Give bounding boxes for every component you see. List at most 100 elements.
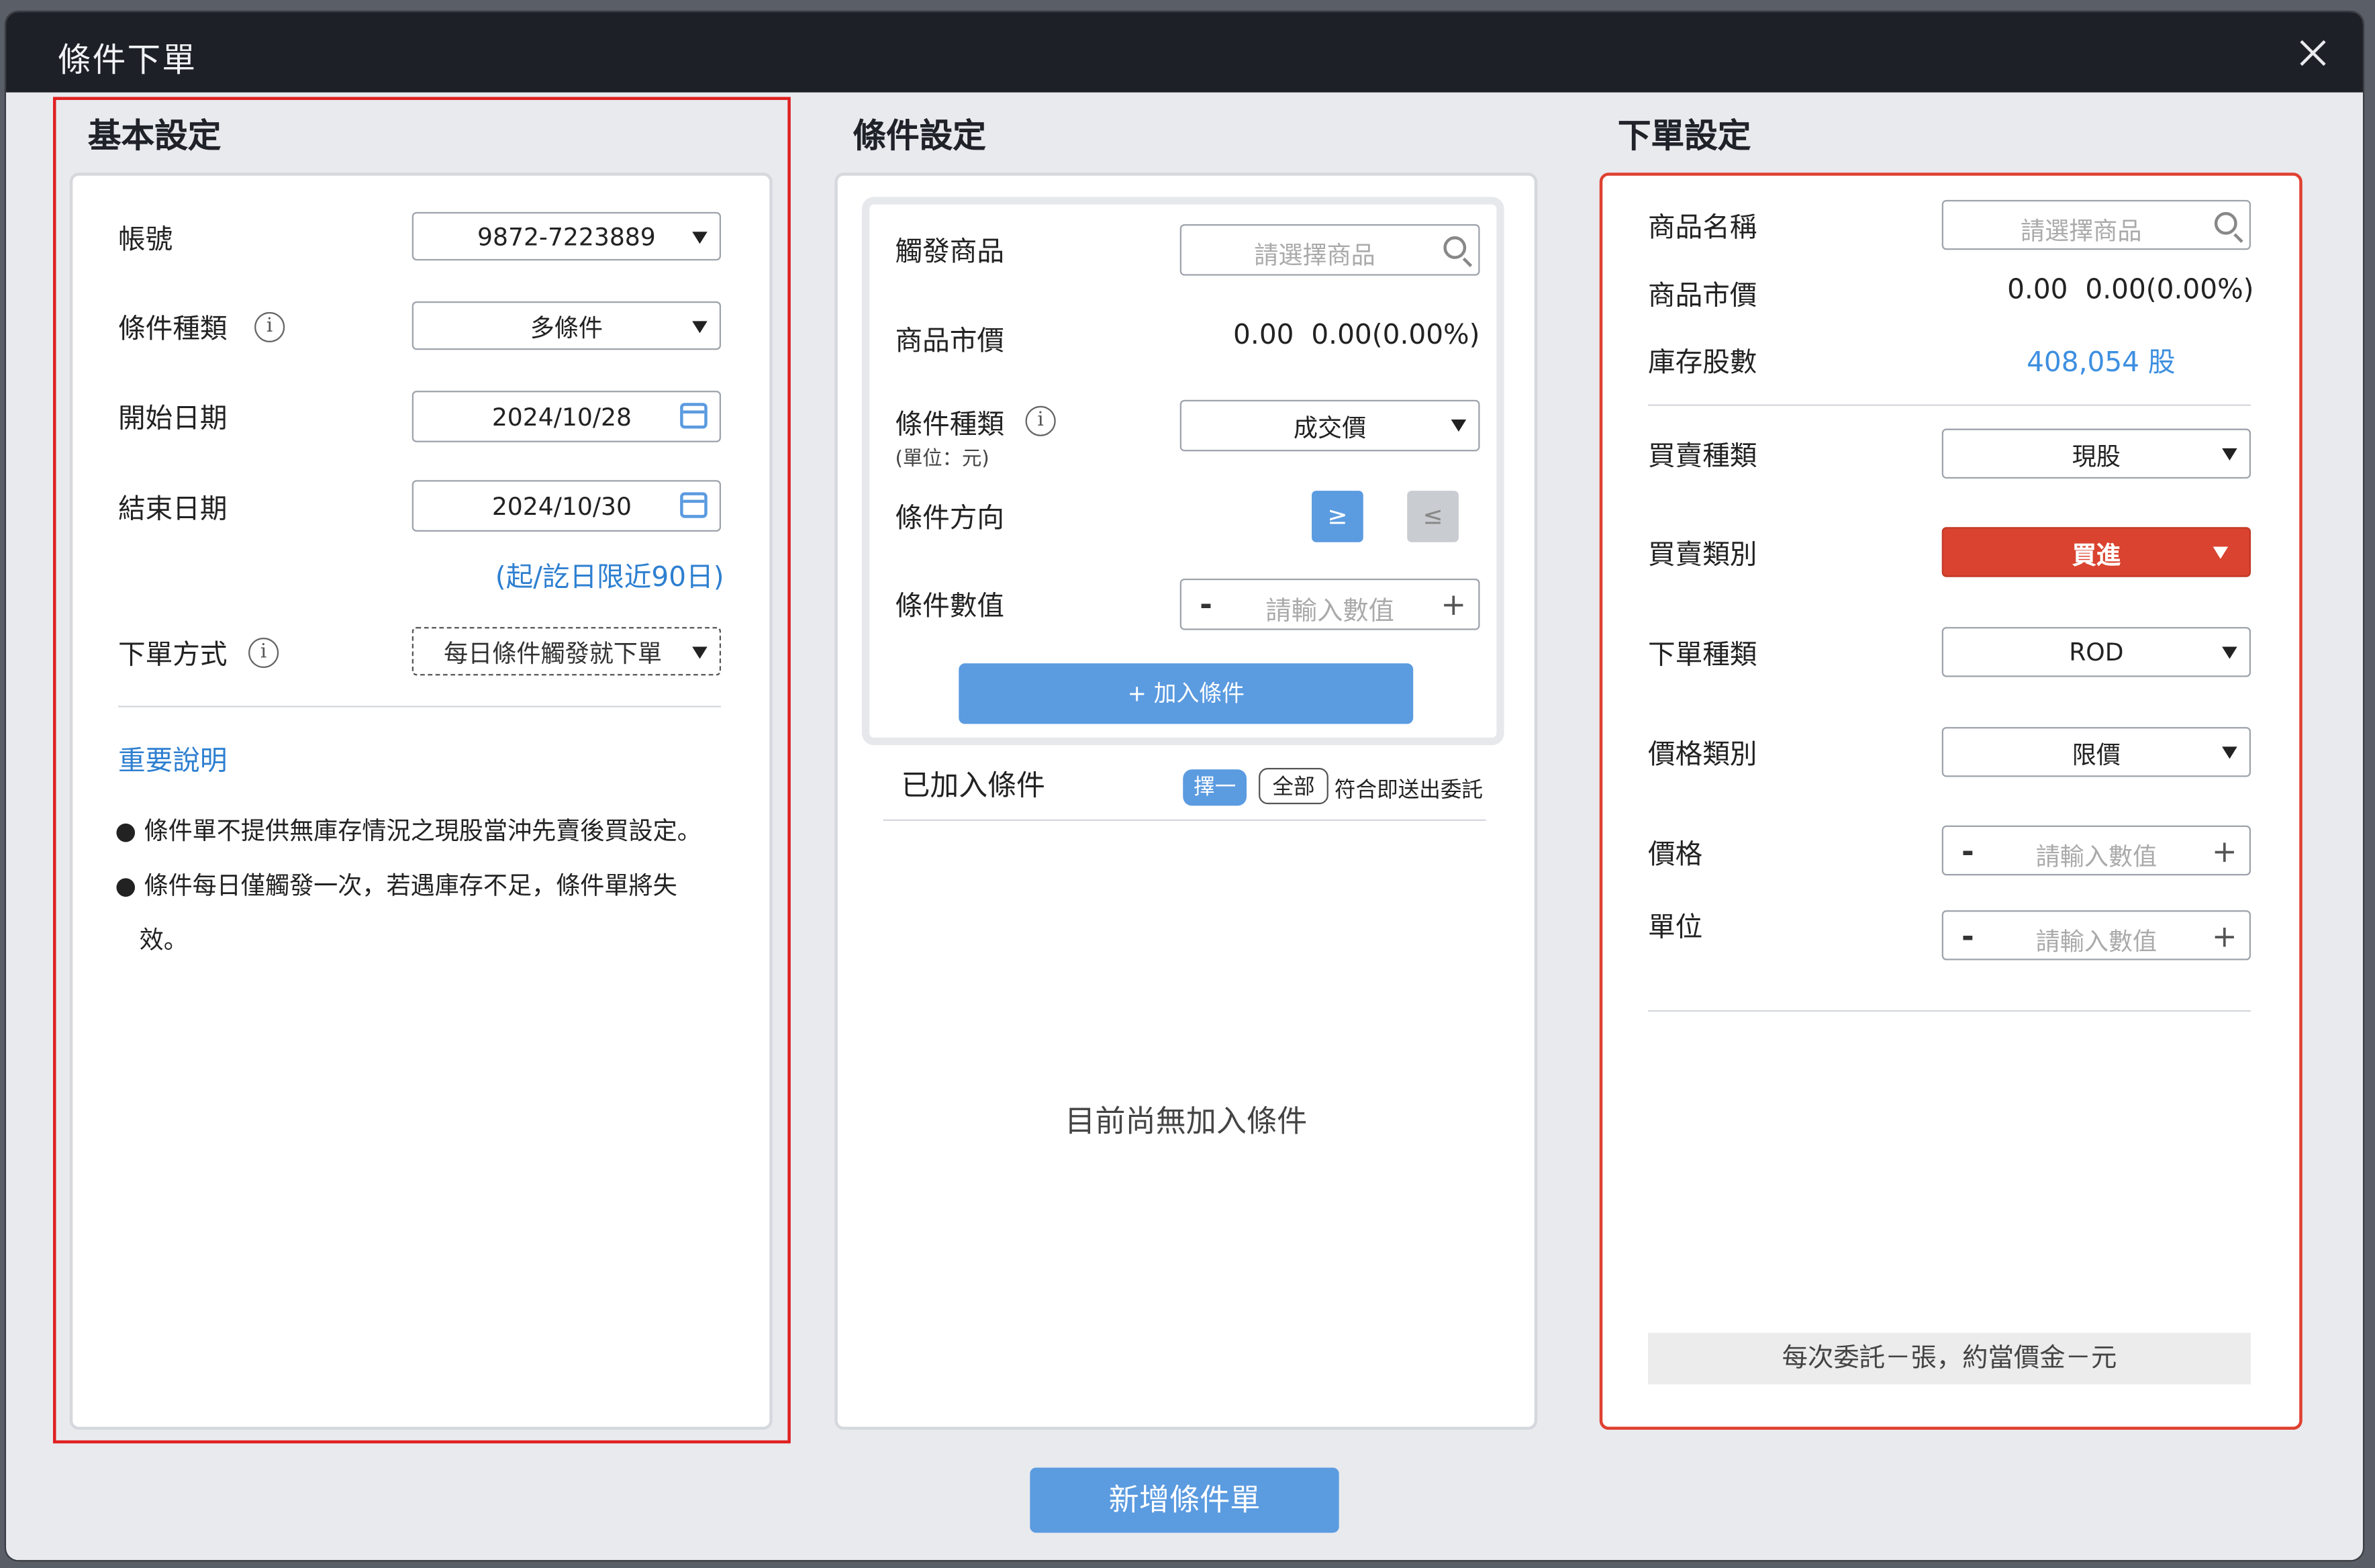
plus-button[interactable]: + — [1441, 586, 1466, 622]
add-conditional-order-button[interactable]: 新增條件單 — [1030, 1467, 1339, 1533]
add-condition-button[interactable]: + 加入條件 — [959, 663, 1414, 724]
basic-section-title: 基本設定 — [87, 117, 222, 156]
start-date-picker[interactable]: 2024/10/28 — [411, 391, 722, 442]
chevron-down-icon — [692, 646, 708, 659]
condition-type-select[interactable]: 成交價 — [1179, 399, 1480, 452]
price-type-select[interactable]: 限價 — [1941, 727, 2251, 777]
start-date-value: 2024/10/28 — [491, 403, 632, 432]
search-icon[interactable] — [2214, 211, 2237, 235]
side-label: 買賣類別 — [1647, 539, 1757, 571]
condition-value-placeholder: 請輸入數值 — [1265, 597, 1395, 628]
info-icon[interactable]: i — [254, 311, 285, 342]
chip-note: 符合即送出委託 — [1334, 778, 1484, 803]
order-type-label: 下單種類 — [1647, 639, 1757, 671]
divider — [117, 705, 722, 707]
conditional-order-dialog: 條件下單 基本設定 帳號 9872-7223889 條件種類 i 多條件 開始日… — [6, 12, 2363, 1561]
note-item-1: ● 條件單不提供無庫存情況之現股當沖先賣後買設定。 — [115, 816, 701, 846]
side-select[interactable]: 買進 — [1941, 527, 2251, 577]
order-summary: 每次委託－張，約當價金－元 — [1647, 1332, 2251, 1385]
condition-section-title: 條件設定 — [853, 117, 986, 156]
cond-type-label: 條件種類 — [117, 313, 228, 346]
order-mode-select[interactable]: 每日條件觸發就下單 — [411, 627, 722, 676]
unit-placeholder: 請輸入數值 — [2035, 926, 2158, 956]
order-market-value: 0.00 0.00(0.00%) — [2007, 274, 2253, 305]
order-product-input[interactable]: 請選擇商品 — [1941, 199, 2251, 250]
direction-label: 條件方向 — [895, 503, 1004, 535]
chip-all[interactable]: 全部 — [1259, 767, 1328, 805]
condition-settings-panel: 觸發商品 請選擇商品 商品市價 0.00 0.00(0.00%) 條件種類 i … — [834, 173, 1538, 1430]
note-text-1: 條件單不提供無庫存情況之現股當沖先賣後買設定。 — [144, 816, 701, 846]
trade-type-label: 買賣種類 — [1647, 440, 1757, 473]
chip-any-one[interactable]: 擇一 — [1183, 769, 1247, 806]
info-icon[interactable]: i — [248, 637, 279, 669]
unit-note: (單位：元) — [895, 448, 989, 471]
account-label: 帳號 — [117, 224, 173, 256]
account-select[interactable]: 9872-7223889 — [411, 211, 722, 261]
cond-type-select[interactable]: 多條件 — [411, 301, 722, 350]
plus-button[interactable]: + — [2212, 918, 2237, 954]
calendar-icon[interactable] — [680, 403, 708, 429]
trigger-product-label: 觸發商品 — [895, 236, 1004, 268]
title-bar: 條件下單 — [6, 12, 2363, 93]
note-item-2-cont: 效。 — [139, 925, 188, 954]
order-market-label: 商品市價 — [1647, 280, 1757, 312]
important-title: 重要說明 — [117, 745, 228, 777]
condition-market-value: 0.00 0.00(0.00%) — [1233, 320, 1480, 351]
order-type-value: ROD — [2069, 637, 2124, 667]
order-market-price: 0.00 — [2007, 274, 2068, 306]
order-market-change: 0.00(0.00%) — [2085, 274, 2254, 306]
divider — [1647, 1010, 2251, 1012]
stock-qty-value: 408,054 股 — [2027, 346, 2176, 379]
date-range-note: (起/訖日限近90日) — [495, 562, 724, 594]
unit-label: 單位 — [1647, 912, 1703, 944]
order-type-select[interactable]: ROD — [1941, 627, 2251, 677]
end-date-value: 2024/10/30 — [491, 492, 632, 522]
condition-market-price: 0.00 — [1233, 320, 1294, 352]
condition-market-label: 商品市價 — [895, 326, 1004, 358]
order-settings-panel: 商品名稱 請選擇商品 商品市價 0.00 0.00(0.00%) 庫存股數 40… — [1599, 173, 2303, 1430]
lte-button[interactable]: ≤ — [1407, 491, 1459, 542]
chevron-down-icon — [2222, 646, 2237, 659]
price-stepper[interactable]: - 請輸入數值 + — [1941, 825, 2251, 876]
end-date-label: 結束日期 — [117, 493, 228, 526]
side-value: 買進 — [2072, 540, 2121, 569]
trigger-product-placeholder: 請選擇商品 — [1254, 240, 1375, 270]
account-value: 9872-7223889 — [477, 222, 656, 251]
trigger-product-input[interactable]: 請選擇商品 — [1179, 224, 1480, 276]
unit-stepper[interactable]: - 請輸入數值 + — [1941, 910, 2251, 961]
condition-value-label: 條件數值 — [895, 590, 1004, 623]
gte-button[interactable]: ≥ — [1312, 491, 1363, 542]
empty-conditions-text: 目前尚無加入條件 — [1065, 1102, 1308, 1139]
price-type-label: 價格類別 — [1647, 739, 1757, 771]
calendar-icon[interactable] — [680, 492, 708, 518]
chevron-down-icon — [692, 321, 708, 334]
price-placeholder: 請輸入數值 — [2035, 842, 2158, 871]
chevron-down-icon — [2222, 448, 2237, 460]
order-mode-value: 每日條件觸發就下單 — [444, 639, 663, 669]
added-conditions-title: 已加入條件 — [901, 769, 1045, 803]
info-icon[interactable]: i — [1025, 405, 1056, 436]
chevron-down-icon — [2222, 746, 2237, 759]
note-text-2: 條件每日僅觸發一次，若遇庫存不足，條件單將失 — [144, 871, 677, 900]
cond-type-value: 多條件 — [530, 313, 603, 342]
order-product-placeholder: 請選擇商品 — [2021, 216, 2142, 246]
condition-type-value: 成交價 — [1293, 413, 1367, 442]
product-name-label: 商品名稱 — [1647, 211, 1757, 244]
close-icon[interactable] — [2296, 36, 2330, 70]
order-mode-label: 下單方式 — [117, 639, 228, 671]
order-section-title: 下單設定 — [1617, 117, 1751, 156]
divider — [1647, 404, 2251, 406]
condition-type-label: 條件種類 — [895, 409, 1004, 441]
search-icon[interactable] — [1443, 236, 1467, 259]
price-type-value: 限價 — [2072, 740, 2121, 769]
end-date-picker[interactable]: 2024/10/30 — [411, 480, 722, 532]
basic-settings-panel: 帳號 9872-7223889 條件種類 i 多條件 開始日期 2024/10/… — [69, 173, 773, 1430]
condition-market-change: 0.00(0.00%) — [1311, 320, 1480, 352]
price-label: 價格 — [1647, 839, 1703, 871]
trade-type-value: 現股 — [2072, 441, 2121, 471]
divider — [883, 819, 1486, 821]
plus-button[interactable]: + — [2212, 833, 2237, 869]
condition-value-stepper[interactable]: - 請輸入數值 + — [1179, 578, 1480, 630]
trade-type-select[interactable]: 現股 — [1941, 428, 2251, 479]
chevron-down-icon — [692, 232, 708, 244]
